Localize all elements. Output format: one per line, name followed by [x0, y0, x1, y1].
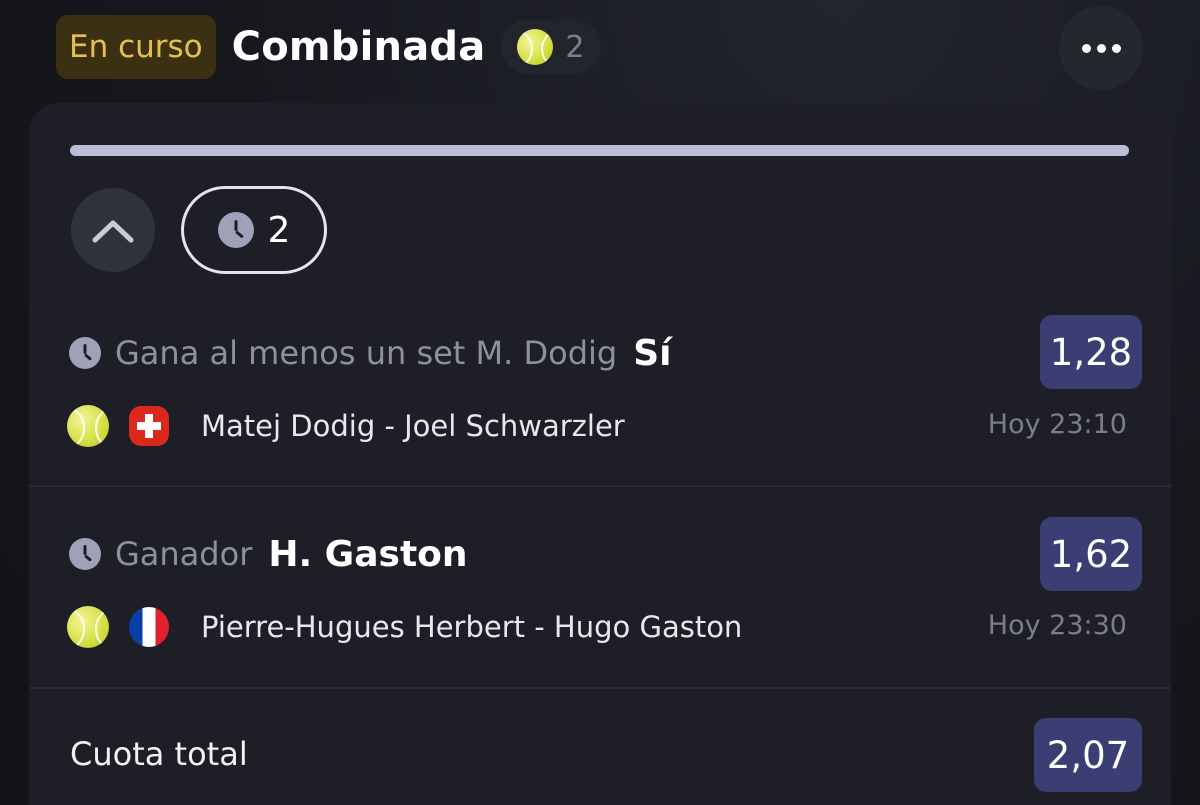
switzerland-flag-icon [129, 406, 169, 446]
header: En curso Combinada 2 [56, 14, 601, 80]
odds-badge[interactable]: 1,62 [1040, 517, 1142, 591]
status-badge: En curso [56, 15, 216, 79]
tennis-ball-icon [67, 405, 109, 447]
bet-slip-screen: En curso Combinada 2 2 Gana al menos un … [0, 0, 1200, 805]
pending-count: 2 [267, 209, 291, 251]
bet-market: Ganador [115, 535, 253, 573]
event-time: Hoy 23:10 [987, 409, 1127, 440]
more-dots-icon [1081, 43, 1091, 53]
event-time: Hoy 23:30 [987, 610, 1127, 641]
bet-event-line: Matej Dodig - Joel Schwarzler [67, 401, 625, 451]
progress-fill [70, 145, 1129, 156]
clock-icon [217, 212, 254, 248]
page-title: Combinada [231, 24, 486, 70]
bet-market: Gana al menos un set M. Dodig [115, 334, 618, 372]
france-flag-icon [129, 607, 169, 647]
bet-event-line: Pierre-Hugues Herbert - Hugo Gaston [67, 602, 742, 652]
clock-icon [69, 337, 101, 369]
collapse-button[interactable] [71, 188, 155, 272]
odds-badge[interactable]: 1,28 [1040, 315, 1142, 389]
bet-market-line: Gana al menos un set M. Dodig Sí [69, 323, 671, 383]
bet-selection: H. Gaston [268, 533, 468, 575]
sport-count: 2 [565, 29, 585, 65]
total-odds-label: Cuota total [70, 735, 248, 773]
bet-selection: Sí [633, 332, 672, 374]
more-options-button[interactable] [1059, 6, 1143, 90]
pending-count-pill[interactable]: 2 [181, 186, 327, 274]
divider [29, 687, 1171, 689]
clock-icon [69, 538, 101, 570]
sport-count-pill: 2 [501, 20, 601, 74]
bet-market-line: Ganador H. Gaston [69, 524, 468, 584]
event-name: Pierre-Hugues Herbert - Hugo Gaston [201, 610, 743, 644]
divider [29, 485, 1171, 487]
chevron-up-icon [92, 220, 134, 243]
event-name: Matej Dodig - Joel Schwarzler [201, 409, 625, 443]
total-odds-badge: 2,07 [1034, 718, 1142, 792]
bet-card: 2 Gana al menos un set M. Dodig Sí 1,28 … [29, 103, 1171, 805]
progress-bar [70, 145, 1129, 156]
tennis-ball-icon [67, 606, 109, 648]
tennis-ball-icon [517, 29, 554, 65]
